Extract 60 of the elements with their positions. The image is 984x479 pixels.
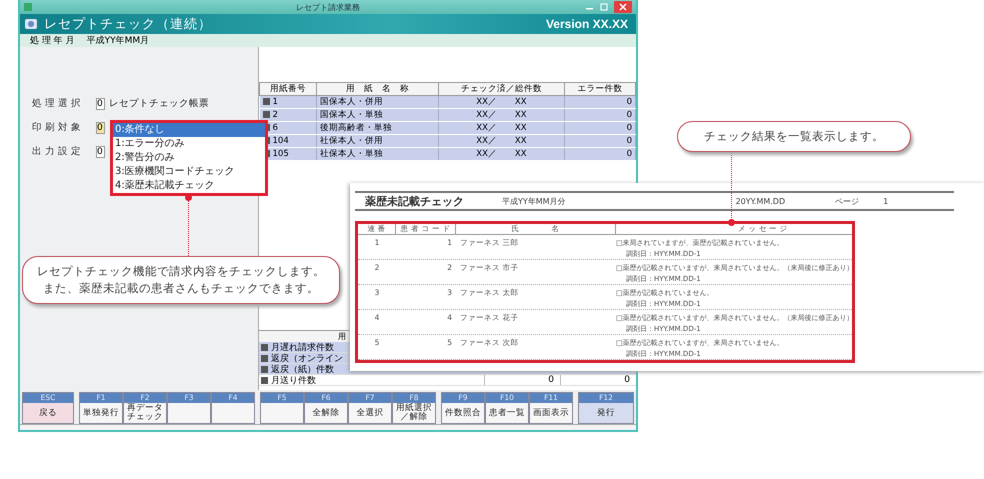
table-cell: XX／ XX xyxy=(438,96,565,108)
row-number: 105 xyxy=(272,149,289,159)
screen-title: レセプトチェック（連続） xyxy=(44,16,212,33)
table-cell: 国保本人・併用 xyxy=(316,96,438,108)
table-cell: XX／ XX xyxy=(438,108,565,122)
column-header: エラー件数 xyxy=(564,82,636,96)
row-label: 月送り件数 xyxy=(271,374,316,386)
checkbox[interactable] xyxy=(261,344,268,350)
input-field[interactable]: 0 xyxy=(96,122,105,134)
checkbox[interactable] xyxy=(262,98,270,106)
checkbox[interactable] xyxy=(261,354,268,362)
window-title: レセプト請求業務 xyxy=(296,2,360,12)
field-label: 印 刷 対 象 xyxy=(32,121,82,134)
checkbox[interactable] xyxy=(261,376,268,384)
table-cell: 0 xyxy=(484,375,560,385)
app-icon xyxy=(24,3,32,11)
column-header: チェック済／総件数 xyxy=(438,82,565,96)
report-title: 薬歴未記載チェック xyxy=(364,194,465,208)
table-cell: 0 xyxy=(564,108,636,122)
row-label: 返戻（オンライン xyxy=(271,352,343,364)
row-label: 返戻（紙）件数 xyxy=(271,364,334,376)
callout: チェック結果を一覧表示します。 xyxy=(677,121,911,152)
field-label: 処 理 選 択 xyxy=(32,97,82,110)
callout: レセプトチェック機能で請求内容をチェックします。 また、薬歴未記載の患者さんもチェックできます。 xyxy=(22,256,340,304)
table-cell: 0 xyxy=(564,148,636,160)
column-header: 用 xyxy=(338,332,346,341)
row-number: 1 xyxy=(272,97,278,107)
report-date: 20YY.MM.DD xyxy=(736,196,786,206)
table-cell: 社保本人・単独 xyxy=(316,148,438,160)
column-header: 用 紙 名 称 xyxy=(316,82,438,96)
table-cell: 0 xyxy=(564,134,636,148)
close-icon[interactable] xyxy=(614,1,632,13)
table-cell: 0 xyxy=(564,96,636,108)
input-field[interactable]: 0 xyxy=(96,146,105,158)
dropdown-option[interactable]: 0:条件なし xyxy=(113,123,265,137)
field-label: 出 力 設 定 xyxy=(32,145,82,158)
row-number: 6 xyxy=(272,123,278,133)
row-label: 月遅れ請求件数 xyxy=(271,342,334,354)
table-cell: 社保本人・併用 xyxy=(316,134,438,148)
period-value: 平成YY年MM月 xyxy=(86,34,150,47)
row-number: 104 xyxy=(272,136,289,146)
field-text: レセプトチェック帳票 xyxy=(109,97,209,110)
input-field[interactable]: 0 xyxy=(96,98,105,110)
checkbox[interactable] xyxy=(262,111,270,118)
version-label: Version XX.XX xyxy=(546,17,628,31)
table-cell: 国保本人・単独 xyxy=(316,108,438,122)
table-cell: XX／ XX xyxy=(438,122,565,134)
table-cell: 0 xyxy=(560,375,636,385)
report-period: 平成YY年MM月分 xyxy=(502,196,566,206)
row-number: 2 xyxy=(272,110,278,120)
page-number: 1 xyxy=(883,196,888,206)
column-header: 用紙番号 xyxy=(260,82,317,96)
period-label: 処 理 年 月 xyxy=(30,34,75,47)
table-cell: 後期高齢者・単独 xyxy=(316,122,438,134)
table-cell: XX／ XX xyxy=(438,148,565,160)
page-label: ページ xyxy=(835,196,860,206)
table-cell: XX／ XX xyxy=(438,134,565,148)
checkbox[interactable] xyxy=(261,366,268,372)
document-icon xyxy=(22,17,40,31)
table-cell: 0 xyxy=(564,122,636,134)
